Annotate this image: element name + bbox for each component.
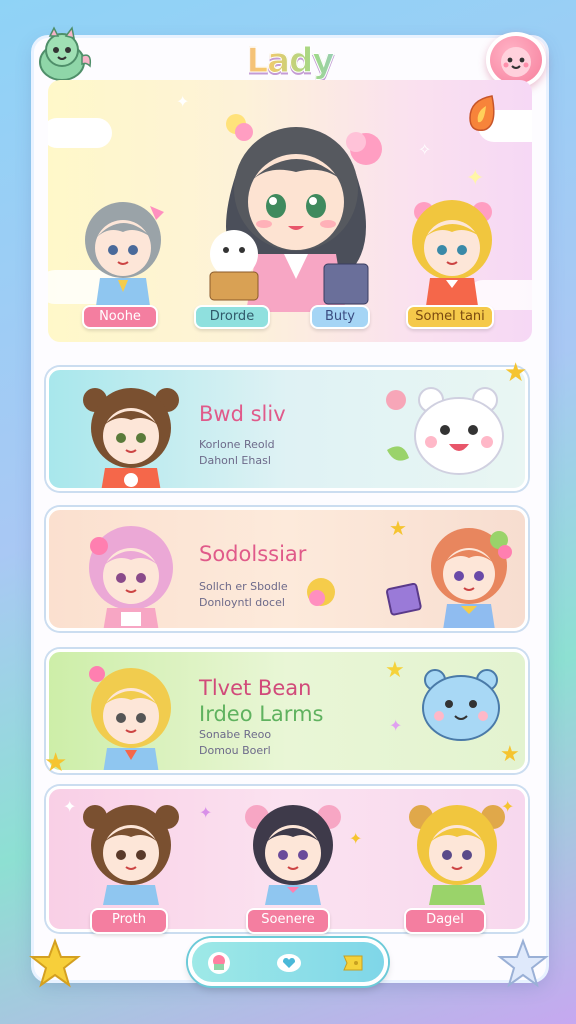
card-3-subtitle: Irdeo Larms bbox=[199, 702, 324, 726]
sparkle-icon: ✦ bbox=[501, 797, 515, 816]
sparkle-icon: ✦ bbox=[63, 797, 77, 816]
nametag-proth[interactable]: Proth bbox=[90, 908, 168, 934]
nametag-label: Proth bbox=[112, 912, 146, 927]
cloud-decoration bbox=[48, 118, 112, 148]
card-1-line-2: Dahonl Ehasl bbox=[199, 454, 271, 467]
card-2-line-1: Sollch er Sbodle bbox=[199, 580, 288, 593]
blue-bear-pet-icon bbox=[422, 669, 500, 741]
sparkle-icon: ✦ bbox=[349, 829, 363, 848]
card-2-line-2: Donloyntl docel bbox=[199, 596, 285, 609]
nametag-soenere[interactable]: Soenere bbox=[246, 908, 330, 934]
sparkle-icon: ✦ bbox=[176, 92, 190, 111]
book-icon bbox=[385, 582, 422, 616]
star-icon: ★ bbox=[44, 748, 68, 778]
character-card-3[interactable]: Tlvet Bean Irdeo Larms Sonabe Reoo Domou… bbox=[46, 649, 528, 773]
star-icon: ★ bbox=[504, 358, 528, 388]
main-character[interactable] bbox=[196, 94, 396, 312]
character-card-2[interactable]: Sodolssiar Sollch er Sbodle Donloyntl do… bbox=[46, 507, 528, 631]
nametag-buty[interactable]: Buty bbox=[310, 305, 370, 329]
home-icon[interactable] bbox=[206, 950, 232, 976]
nametag-label: Soenere bbox=[261, 912, 315, 927]
nametag-drorde[interactable]: Drorde bbox=[194, 305, 270, 329]
sparkle-icon: ✧ bbox=[418, 140, 432, 159]
nametag-label: Buty bbox=[325, 309, 355, 324]
heart-icon[interactable] bbox=[276, 950, 302, 976]
gold-star-icon[interactable] bbox=[28, 938, 82, 990]
character-card-1[interactable]: Bwd sliv Korlone Reold Dahonl Ehasl bbox=[46, 367, 528, 491]
nametag-somel-tani[interactable]: Somel tani bbox=[406, 305, 494, 329]
balloon-icon bbox=[307, 578, 335, 606]
nametag-dagel[interactable]: Dagel bbox=[404, 908, 486, 934]
pink-pet-icon bbox=[501, 47, 531, 77]
silver-star-icon[interactable] bbox=[496, 938, 550, 990]
card-2-character bbox=[89, 526, 173, 628]
card-2-title: Sodolssiar bbox=[199, 542, 307, 566]
card-1-title: Bwd sliv bbox=[199, 402, 286, 426]
card-2-character-right bbox=[431, 528, 512, 628]
ticket-icon[interactable] bbox=[340, 950, 366, 976]
leaf-icon bbox=[387, 446, 409, 461]
card-1-character bbox=[83, 388, 179, 488]
dragon-mascot-icon[interactable] bbox=[32, 26, 94, 84]
nametag-label: Somel tani bbox=[415, 309, 485, 324]
hero-character-left[interactable] bbox=[76, 198, 170, 306]
flower-icon bbox=[386, 390, 406, 410]
star-icon: ★ bbox=[389, 516, 407, 540]
sparkle-icon: ✦ bbox=[389, 716, 403, 735]
team-character-1 bbox=[83, 805, 179, 905]
card-3-line-2: Domou Boerl bbox=[199, 744, 271, 757]
white-bear-pet-icon bbox=[414, 387, 504, 475]
bottom-nav-bar bbox=[188, 938, 388, 986]
team-character-3 bbox=[409, 805, 505, 905]
card-3-character bbox=[89, 666, 171, 770]
team-character-2 bbox=[245, 805, 341, 905]
star-icon: ★ bbox=[385, 658, 405, 683]
comet-icon bbox=[469, 95, 495, 131]
star-icon: ★ bbox=[500, 742, 520, 767]
nametag-label: Dagel bbox=[426, 912, 464, 927]
card-3-line-1: Sonabe Reoo bbox=[199, 728, 272, 741]
sparkle-icon: ✦ bbox=[466, 166, 485, 191]
card-3-title: Tlvet Bean bbox=[199, 676, 312, 700]
nametag-label: Drorde bbox=[209, 309, 255, 324]
hero-character-right[interactable] bbox=[404, 196, 500, 306]
sparkle-icon: ✦ bbox=[199, 803, 213, 822]
nametag-label: Noohe bbox=[99, 309, 141, 324]
card-1-line-1: Korlone Reold bbox=[199, 438, 275, 451]
nametag-noohe[interactable]: Noohe bbox=[82, 305, 158, 329]
